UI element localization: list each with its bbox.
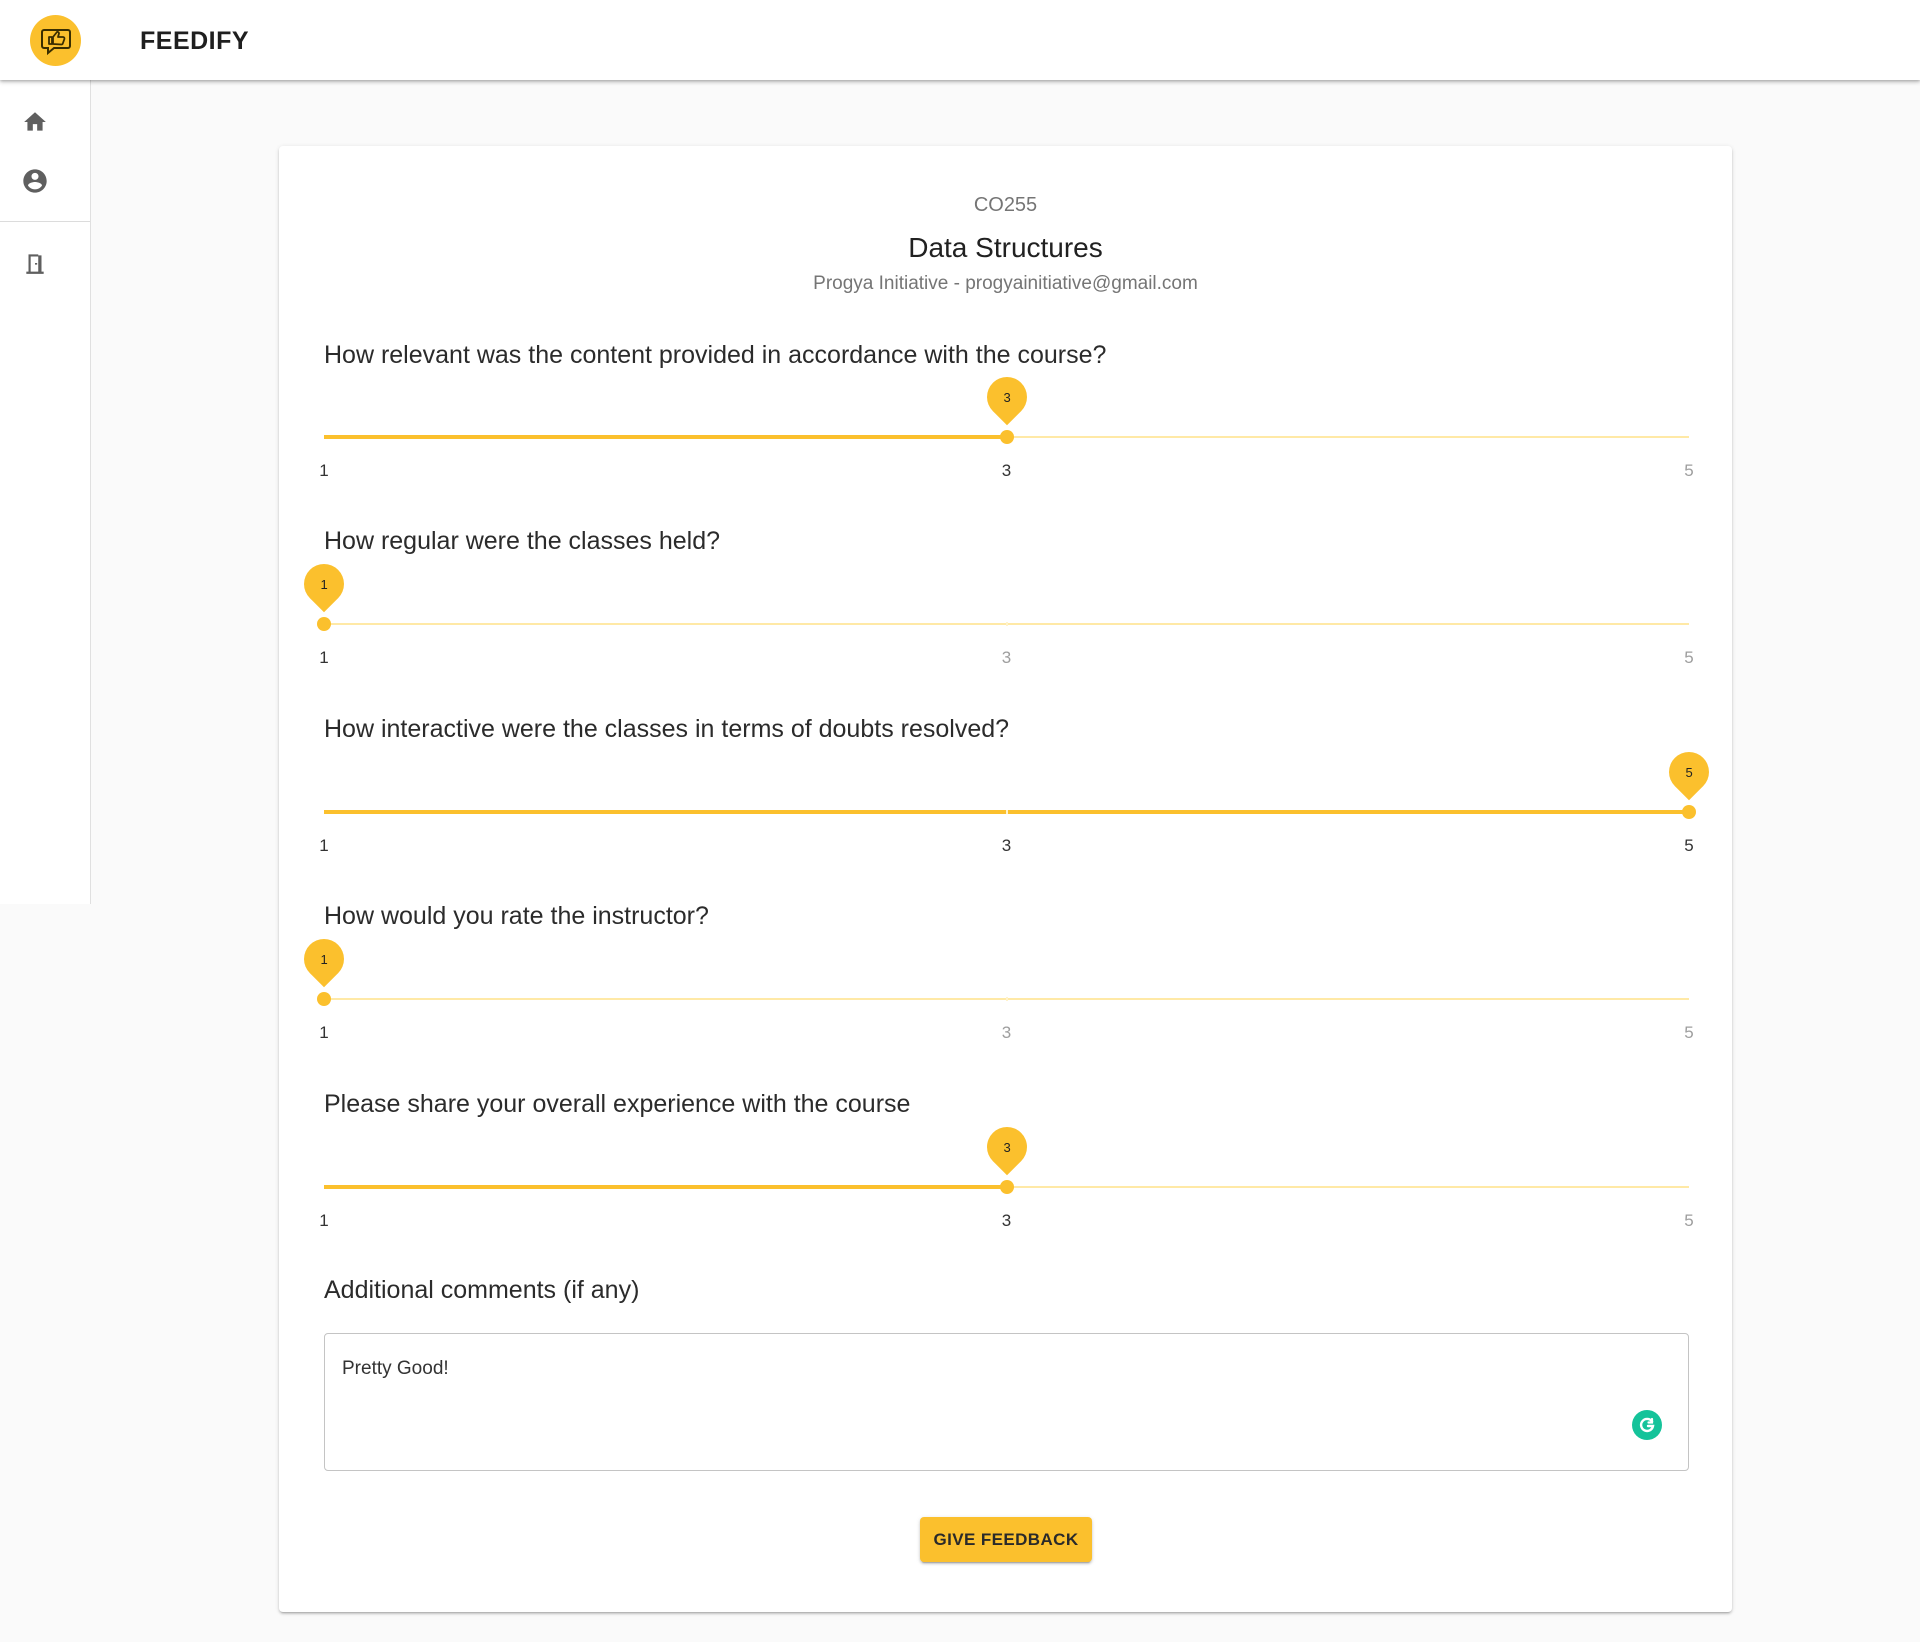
rating-slider[interactable]: 5 1 3 5 [319,743,1718,860]
slider-mark-label: 1 [319,648,329,667]
side-drawer [0,80,91,904]
rating-slider[interactable]: 1 1 3 5 [295,555,1694,672]
slider-mark-label: 1 [319,1211,329,1230]
slider-mark-label: 5 [1684,461,1694,480]
question-label: How regular were the classes held? [324,527,721,555]
slider-thumb[interactable] [999,430,1014,444]
slider-mark-label: 1 [319,1023,329,1042]
slider-mark-label: 5 [1684,1023,1694,1042]
course-title: Data Structures [908,232,1103,263]
question-label: How relevant was the content provided in… [324,341,1107,369]
question-label: Please share your overall experience wit… [324,1090,911,1118]
slider-mark-label: 3 [1001,461,1012,480]
slider-value-label: 5 [1660,743,1718,801]
rating-slider[interactable]: 3 1 3 5 [319,368,1694,485]
question-label: How interactive were the classes in term… [324,715,1010,743]
exit-door-icon[interactable] [20,248,50,278]
slider-track-fill [324,435,1007,439]
course-instructor-info: Progya Initiative - progyainitiative@gma… [813,273,1198,294]
account-circle-icon[interactable] [20,166,50,196]
slider-mark-label: 1 [319,836,329,855]
slider-tick [1005,810,1008,814]
slider-thumb[interactable] [317,617,331,631]
slider-tick [1005,997,1008,1001]
slider-mark-label: 3 [1001,648,1012,667]
comments-label: Additional comments (if any) [324,1276,640,1304]
slider-mark-label: 1 [319,461,329,480]
give-feedback-button[interactable]: GIVE FEEDBACK [920,1517,1092,1562]
slider-mark-label: 5 [1684,1211,1694,1230]
thumbs-up-chat-icon[interactable] [30,15,81,66]
slider-value-text: 3 [1002,389,1011,405]
slider-mark-label: 3 [1001,836,1012,855]
rating-slider[interactable]: 3 1 3 5 [319,1118,1694,1235]
slider-thumb[interactable] [1682,805,1696,819]
slider-value-label: 3 [978,368,1035,426]
comments-value: Pretty Good! [342,1358,449,1379]
slider-value-text: 5 [1685,764,1693,780]
slider-mark-label: 3 [1001,1211,1012,1230]
feedback-card: CO255 Data Structures Progya Initiative … [279,146,1732,1612]
drawer-divider [0,221,90,222]
slider-value-text: 1 [320,951,328,967]
slider-thumb[interactable] [999,1180,1014,1194]
slider-mark-label: 5 [1684,648,1694,667]
slider-mark-label: 3 [1001,1023,1012,1042]
slider-value-text: 3 [1002,1139,1011,1155]
slider-thumb[interactable] [317,992,331,1006]
home-icon[interactable] [20,107,50,137]
slider-tick [1005,622,1008,626]
grammarly-icon[interactable] [1632,1410,1662,1440]
slider-value-label: 1 [295,930,353,988]
comments-textarea[interactable]: Pretty Good! [324,1333,1689,1471]
slider-value-text: 1 [320,576,328,592]
app-bar: FEEDIFY [0,0,1920,80]
slider-mark-label: 5 [1684,836,1694,855]
slider-value-label: 1 [295,555,353,613]
slider-value-label: 3 [978,1118,1035,1176]
question-label: How would you rate the instructor? [324,902,709,930]
app-title: FEEDIFY [140,27,250,55]
slider-track-fill [324,1185,1007,1189]
rating-slider[interactable]: 1 1 3 5 [295,930,1694,1047]
course-code: CO255 [973,194,1038,216]
